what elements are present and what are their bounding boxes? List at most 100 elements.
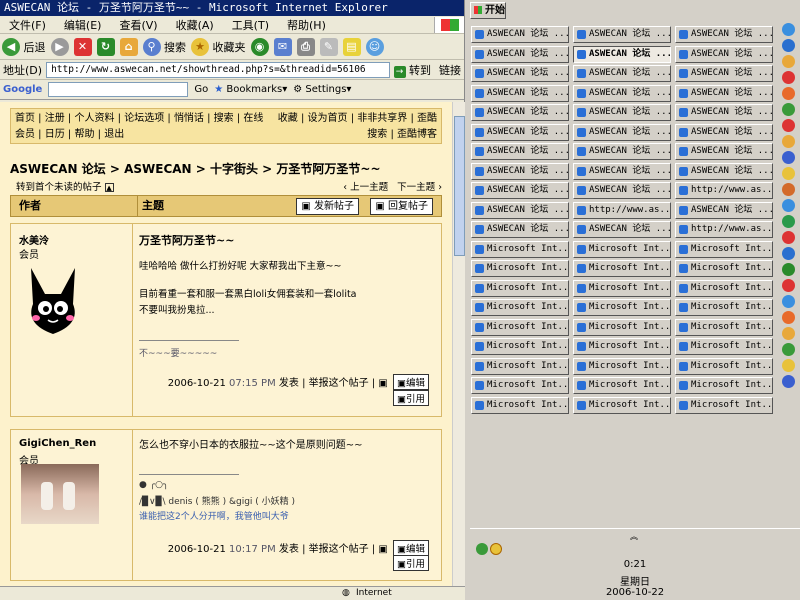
taskbar-window-button[interactable]: Microsoft Int... bbox=[675, 299, 773, 316]
taskbar-window-button[interactable]: ASWECAN 论坛 ... bbox=[675, 123, 773, 141]
taskbar-window-button[interactable]: Microsoft Int... bbox=[573, 338, 671, 355]
scrollbar-thumb[interactable] bbox=[454, 116, 465, 256]
taskbar-window-button[interactable]: Microsoft Int... bbox=[573, 279, 671, 297]
back-button[interactable]: ◀ 后退 bbox=[2, 37, 46, 56]
media-button[interactable]: ◉ bbox=[250, 37, 269, 56]
taskbar-window-button[interactable]: Microsoft Int... bbox=[471, 377, 569, 394]
quote-button[interactable]: ▣引用 bbox=[393, 390, 429, 406]
taskbar-window-button[interactable]: Microsoft Int... bbox=[471, 279, 569, 297]
menu-view[interactable]: 查看(V) bbox=[110, 17, 166, 33]
discuss-button[interactable]: ▤ bbox=[342, 37, 361, 56]
taskbar-window-button[interactable]: ASWECAN 论坛 ... bbox=[573, 143, 671, 160]
reply-button[interactable]: ▣ 回复帖子 bbox=[370, 198, 433, 215]
prev-thread-link[interactable]: ‹ 上一主题 bbox=[343, 182, 388, 193]
report-post-link[interactable]: 举报这个帖子 bbox=[309, 378, 369, 389]
taskbar-window-button[interactable]: ASWECAN 论坛 ... bbox=[675, 45, 773, 63]
taskbar-window-button[interactable]: ASWECAN 论坛 ... bbox=[675, 84, 773, 102]
taskbar-window-button[interactable]: Microsoft Int... bbox=[471, 240, 569, 258]
app-icon[interactable] bbox=[782, 87, 795, 100]
taskbar-window-button[interactable]: ASWECAN 论坛 ... bbox=[471, 143, 569, 160]
taskbar-window-button[interactable]: Microsoft Int... bbox=[471, 299, 569, 316]
taskbar-window-button[interactable]: ASWECAN 论坛 ... bbox=[573, 123, 671, 141]
edit-page-button[interactable]: ✎ bbox=[319, 37, 338, 56]
taskbar-window-button[interactable]: Microsoft Int... bbox=[573, 377, 671, 394]
taskbar-window-button[interactable]: http://www.as... bbox=[675, 221, 773, 238]
mail-button[interactable]: ✉ bbox=[273, 37, 292, 56]
taskbar-window-button[interactable]: Microsoft Int... bbox=[675, 377, 773, 394]
vertical-scrollbar[interactable] bbox=[452, 102, 465, 586]
app-icon[interactable] bbox=[782, 295, 795, 308]
app-icon[interactable] bbox=[782, 183, 795, 196]
ie-icon[interactable] bbox=[782, 39, 795, 52]
taskbar-window-button[interactable]: ASWECAN 论坛 ... bbox=[471, 45, 569, 63]
post-author[interactable]: GigiChen_Ren bbox=[19, 438, 96, 449]
taskbar-window-button[interactable]: ASWECAN 论坛 ... bbox=[573, 65, 671, 82]
taskbar-window-button[interactable]: Microsoft Int... bbox=[471, 260, 569, 277]
taskbar-window-button[interactable]: ASWECAN 论坛 ... bbox=[471, 104, 569, 121]
taskbar-window-button[interactable]: ASWECAN 论坛 ... bbox=[573, 26, 671, 43]
taskbar-window-button[interactable]: ASWECAN 论坛 ... bbox=[471, 162, 569, 180]
folder-icon[interactable] bbox=[782, 55, 795, 68]
edit-button[interactable]: ▣编辑 bbox=[393, 540, 429, 556]
messenger-tray-icon[interactable] bbox=[476, 543, 488, 555]
address-input[interactable]: http://www.aswecan.net/showthread.php?s=… bbox=[46, 61, 390, 78]
taskbar-window-button[interactable]: ASWECAN 论坛 ... bbox=[471, 221, 569, 238]
clock-time[interactable]: 0:21 bbox=[470, 559, 800, 570]
taskbar-window-button[interactable]: Microsoft Int... bbox=[573, 299, 671, 316]
taskbar-window-button[interactable]: ASWECAN 论坛 ... bbox=[573, 182, 671, 199]
app-tray-icon[interactable] bbox=[490, 543, 502, 555]
quote-button[interactable]: ▣引用 bbox=[393, 555, 429, 571]
taskbar-window-button[interactable]: Microsoft Int... bbox=[675, 357, 773, 375]
taskbar-window-button[interactable]: Microsoft Int... bbox=[573, 396, 671, 414]
first-unread-link[interactable]: 转到首个未读的帖子 ▲ bbox=[16, 179, 114, 193]
app-icon[interactable] bbox=[782, 231, 795, 244]
app-icon[interactable] bbox=[782, 215, 795, 228]
taskbar-window-button[interactable]: ASWECAN 论坛 ... bbox=[675, 65, 773, 82]
nav-sethome-link[interactable]: 设为首页 bbox=[308, 113, 348, 124]
taskbar-window-button[interactable]: Microsoft Int... bbox=[675, 318, 773, 336]
taskbar-window-button[interactable]: ASWECAN 论坛 ... bbox=[675, 26, 773, 43]
app-icon[interactable] bbox=[782, 151, 795, 164]
google-settings-button[interactable]: ⚙ Settings▾ bbox=[293, 84, 351, 95]
taskbar-window-button[interactable]: ASWECAN 论坛 ... bbox=[675, 104, 773, 121]
taskbar-window-button[interactable]: Microsoft Int... bbox=[675, 396, 773, 414]
next-thread-link[interactable]: 下一主题 › bbox=[397, 182, 442, 193]
taskbar-window-button[interactable]: http://www.as... bbox=[675, 182, 773, 199]
messenger-button[interactable]: ☺ bbox=[365, 37, 384, 56]
taskbar-window-button[interactable]: Microsoft Int... bbox=[573, 318, 671, 336]
taskbar-window-button[interactable]: Microsoft Int... bbox=[471, 318, 569, 336]
taskbar-window-button[interactable]: Microsoft Int... bbox=[675, 338, 773, 355]
new-post-button[interactable]: ▣ 发新帖子 bbox=[296, 198, 359, 215]
app-icon[interactable] bbox=[782, 199, 795, 212]
nav-blog-link[interactable]: 歪酷博客 bbox=[397, 129, 437, 140]
taskbar-window-button[interactable]: Microsoft Int... bbox=[675, 279, 773, 297]
taskbar-window-button[interactable]: ASWECAN 论坛 ... bbox=[471, 84, 569, 102]
nav-profile-link[interactable]: 个人资料 bbox=[74, 113, 114, 124]
nav-share-link[interactable]: 非非共享界 bbox=[357, 113, 407, 124]
home-button[interactable]: ⌂ bbox=[119, 37, 138, 56]
app-icon[interactable] bbox=[782, 135, 795, 148]
google-search-input[interactable] bbox=[48, 82, 189, 97]
search-button[interactable]: ⚲ 搜索 bbox=[142, 37, 186, 56]
ie-icon[interactable] bbox=[782, 23, 795, 36]
menu-help[interactable]: 帮助(H) bbox=[278, 17, 335, 33]
taskbar-window-button[interactable]: ASWECAN 论坛 ... bbox=[471, 201, 569, 219]
taskbar-window-button[interactable]: Microsoft Int... bbox=[471, 338, 569, 355]
refresh-button[interactable]: ↻ bbox=[96, 37, 115, 56]
edit-button[interactable]: ▣编辑 bbox=[393, 374, 429, 390]
nav-online-link[interactable]: 在线 bbox=[243, 113, 263, 124]
taskbar-window-button[interactable]: ASWECAN 论坛 ... bbox=[471, 26, 569, 43]
taskbar-window-button[interactable]: ASWECAN 论坛 ... bbox=[573, 84, 671, 102]
taskbar-window-button[interactable]: ASWECAN 论坛 ... bbox=[471, 65, 569, 82]
stop-button[interactable]: ✕ bbox=[73, 37, 92, 56]
taskbar-window-button[interactable]: Microsoft Int... bbox=[471, 357, 569, 375]
taskbar-window-button[interactable]: Microsoft Int... bbox=[573, 240, 671, 258]
app-icon[interactable] bbox=[782, 103, 795, 116]
excel-icon[interactable] bbox=[782, 263, 795, 276]
app-icon[interactable] bbox=[782, 375, 795, 388]
taskbar-window-button[interactable]: ASWECAN 论坛 ... bbox=[675, 143, 773, 160]
taskbar-window-button[interactable]: Microsoft Int... bbox=[573, 357, 671, 375]
app-icon[interactable] bbox=[782, 167, 795, 180]
go-button[interactable]: → 转到 bbox=[393, 62, 431, 78]
taskbar-window-button[interactable]: ASWECAN 论坛 ... bbox=[675, 162, 773, 180]
